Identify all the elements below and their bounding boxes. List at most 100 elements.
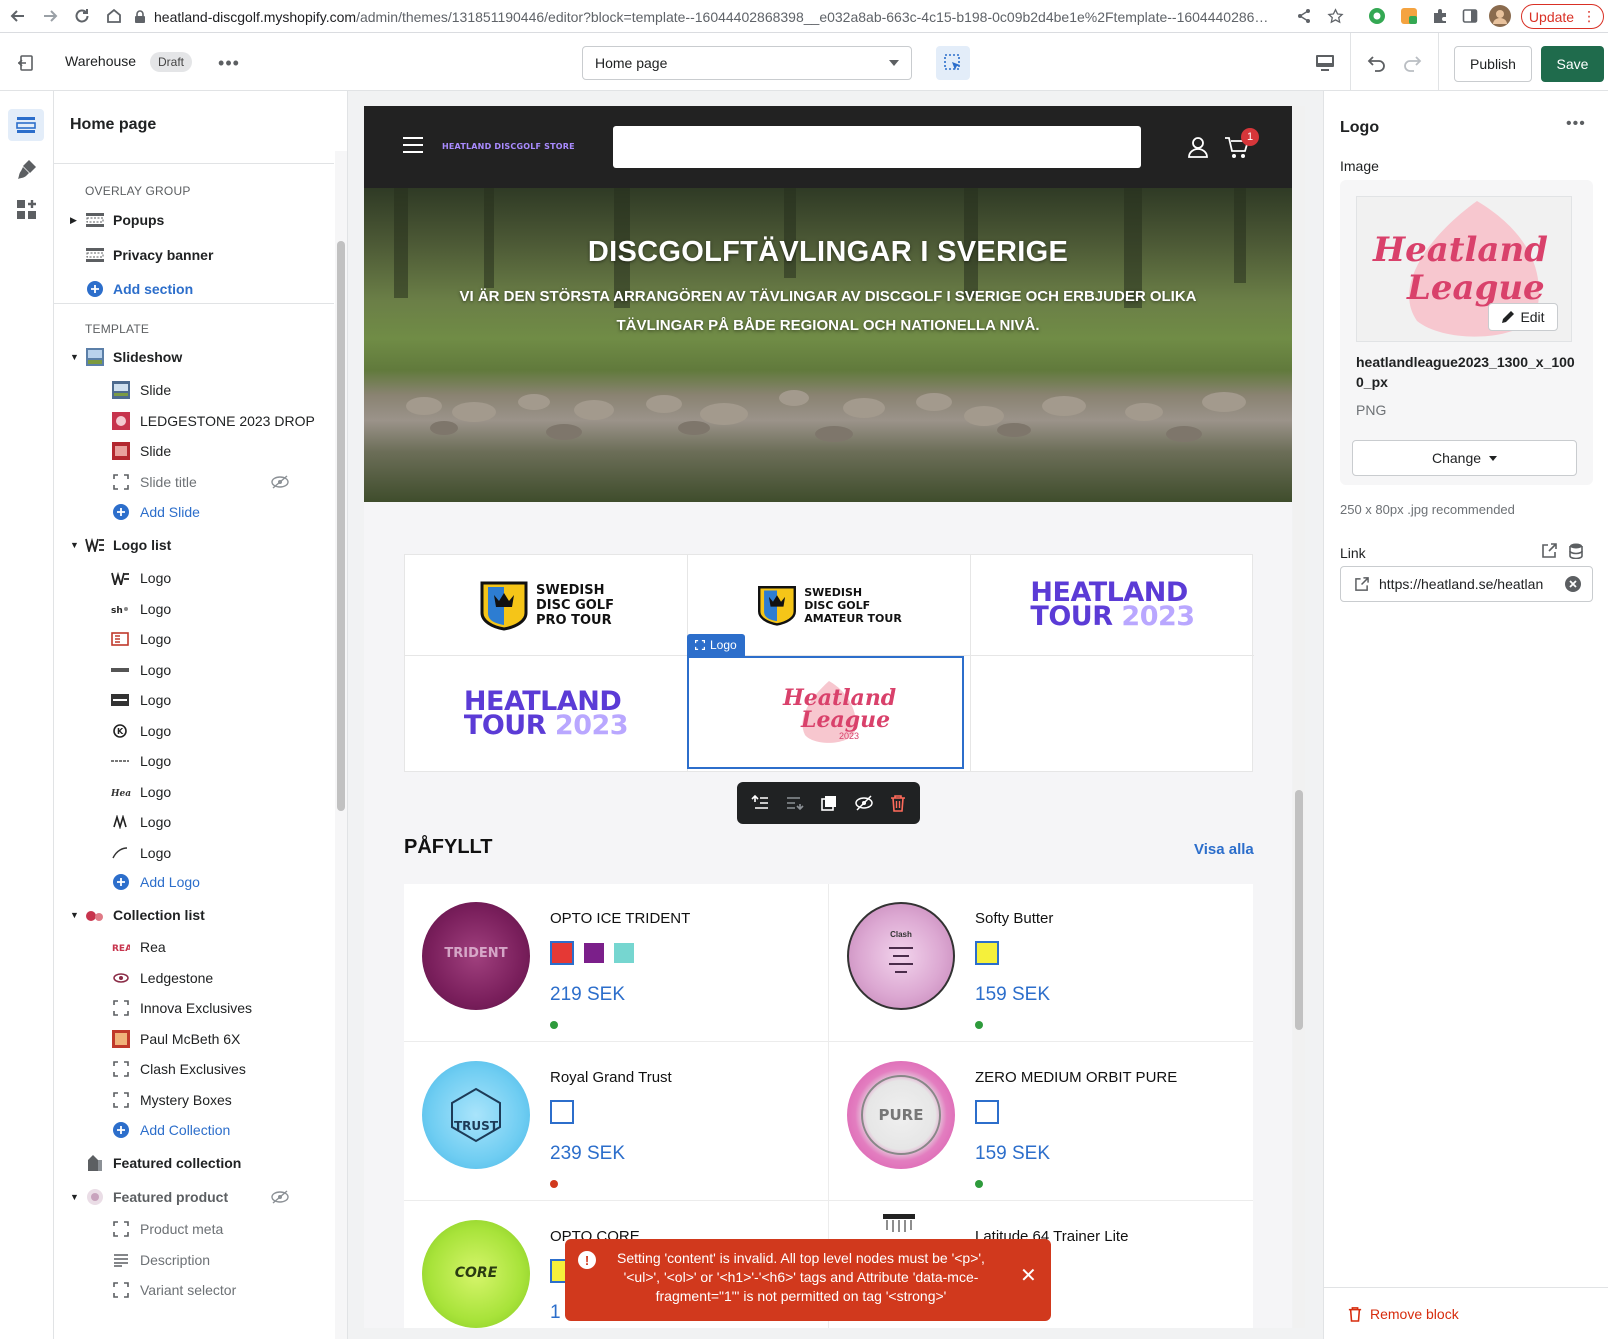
logo-cell[interactable]: SWEDISH DISC GOLF PRO TOUR: [405, 555, 688, 656]
sidebar-item-variant-selector[interactable]: Variant selector: [54, 1275, 334, 1305]
sidebar-item-logo[interactable]: Logo: [54, 655, 334, 685]
account-icon[interactable]: [1187, 136, 1209, 158]
sidebar-item-collection[interactable]: Paul McBeth 6X: [54, 1024, 334, 1054]
extension-green-icon[interactable]: [1365, 4, 1389, 28]
sidebar-item-collection[interactable]: Clash Exclusives: [54, 1054, 334, 1084]
product-disc-image[interactable]: TRUST: [422, 1061, 530, 1169]
desktop-preview-icon[interactable]: [1311, 49, 1339, 77]
save-button[interactable]: Save: [1541, 46, 1604, 82]
link-input[interactable]: [1340, 566, 1593, 602]
sidebar-item-description[interactable]: Description: [54, 1245, 334, 1275]
hidden-eye-icon[interactable]: [271, 475, 289, 489]
share-icon[interactable]: [1292, 4, 1316, 28]
chrome-update-button[interactable]: Update ⋮: [1521, 4, 1604, 29]
preview-scrollbar-thumb[interactable]: [1295, 790, 1303, 1030]
caret-down-icon[interactable]: ▼: [70, 910, 80, 920]
extensions-puzzle-icon[interactable]: [1428, 4, 1452, 28]
sidebar-item-logo[interactable]: Logo: [54, 624, 334, 654]
product-disc-image[interactable]: TRIDENT: [422, 902, 530, 1010]
logo-cell[interactable]: HEATLAND TOUR 2023: [405, 656, 688, 772]
more-actions-icon[interactable]: •••: [217, 51, 241, 75]
store-search-input[interactable]: [613, 126, 1141, 168]
home-icon[interactable]: [102, 4, 126, 28]
publish-button[interactable]: Publish: [1454, 46, 1532, 82]
bookmark-star-icon[interactable]: [1323, 4, 1347, 28]
sidebar-scrollbar-thumb[interactable]: [337, 241, 345, 811]
product-card[interactable]: Clash Softy Butter 159 SEK: [829, 884, 1253, 1042]
swatch-white[interactable]: [975, 1100, 999, 1124]
sidebar-item-logo[interactable]: Logo: [54, 838, 334, 868]
duplicate-icon[interactable]: [820, 794, 838, 812]
sidebar-item-collection[interactable]: REA Rea: [54, 932, 334, 962]
sidebar-item-product-meta[interactable]: Product meta: [54, 1214, 334, 1244]
link-url-field[interactable]: [1379, 576, 1549, 592]
product-card[interactable]: PURE ZERO MEDIUM ORBIT PURE 159 SEK: [829, 1043, 1253, 1201]
sections-icon[interactable]: [8, 109, 44, 141]
hidden-eye-icon[interactable]: [271, 1190, 289, 1204]
sidebar-item-slide-title[interactable]: Slide title: [54, 467, 334, 497]
product-card[interactable]: TRIDENT OPTO ICE TRIDENT 219 SEK: [404, 884, 828, 1042]
swatch-white[interactable]: [550, 1100, 574, 1124]
close-icon[interactable]: ✕: [1020, 1266, 1037, 1286]
back-icon[interactable]: [6, 4, 30, 28]
product-card[interactable]: TRUST Royal Grand Trust 239 SEK: [404, 1043, 828, 1201]
caret-right-icon[interactable]: ▶: [70, 215, 80, 226]
swatch-teal[interactable]: [614, 943, 634, 963]
sidebar-item-logo[interactable]: Heat Logo: [54, 777, 334, 807]
sidebar-item-collection[interactable]: Innova Exclusives: [54, 993, 334, 1023]
clear-input-icon[interactable]: [1564, 575, 1582, 593]
hide-eye-icon[interactable]: [855, 795, 873, 811]
add-logo-button[interactable]: Add Logo: [54, 867, 334, 897]
sidebar-item-collection-list[interactable]: ▼ Collection list: [54, 900, 334, 930]
add-slide-button[interactable]: Add Slide: [54, 497, 334, 527]
product-name[interactable]: ZERO MEDIUM ORBIT PURE: [975, 1069, 1177, 1086]
logo-cell[interactable]: HEATLAND TOUR 2023: [971, 555, 1254, 656]
product-disc-image[interactable]: Clash: [847, 902, 955, 1010]
sidebar-item-featured-collection[interactable]: Featured collection: [54, 1148, 334, 1178]
sidebar-item-slide[interactable]: Slide: [54, 436, 334, 466]
sidebar-item-logo[interactable]: K Logo: [54, 716, 334, 746]
remove-block-button[interactable]: Remove block: [1348, 1306, 1459, 1322]
logo-cell-empty[interactable]: [971, 656, 1254, 772]
external-link-icon[interactable]: [1542, 543, 1557, 558]
product-name[interactable]: Royal Grand Trust: [550, 1069, 672, 1086]
side-panel-icon[interactable]: [1458, 4, 1482, 28]
move-up-icon[interactable]: [751, 794, 769, 812]
sidebar-item-logo[interactable]: Logo: [54, 746, 334, 776]
app-embeds-icon[interactable]: [16, 199, 38, 221]
extension-orange-icon[interactable]: [1397, 4, 1421, 28]
redo-icon[interactable]: [1398, 49, 1426, 77]
sidebar-item-logo[interactable]: sh Logo: [54, 594, 334, 624]
sidebar-item-logo-list[interactable]: ▼ Logo list: [54, 530, 334, 560]
swatch-red[interactable]: [550, 941, 574, 965]
delete-trash-icon[interactable]: [890, 794, 906, 812]
page-selector[interactable]: Home page: [582, 46, 912, 80]
profile-avatar[interactable]: [1488, 4, 1512, 28]
product-disc-image[interactable]: CORE: [422, 1220, 530, 1328]
sidebar-item-logo[interactable]: Logo: [54, 685, 334, 715]
more-actions-icon[interactable]: •••: [1566, 115, 1586, 133]
hamburger-menu-icon[interactable]: [403, 137, 423, 153]
caret-down-icon[interactable]: ▼: [70, 540, 80, 550]
hero-slideshow[interactable]: DISCGOLFTÄVLINGAR I SVERIGE VI ÄR DEN ST…: [364, 188, 1292, 502]
theme-settings-brush-icon[interactable]: [16, 158, 38, 180]
store-logo[interactable]: HEATLAND DISCGOLF STORE: [442, 142, 575, 151]
preview-scrollbar[interactable]: [1293, 106, 1305, 1328]
product-disc-image[interactable]: PURE: [847, 1061, 955, 1169]
product-name[interactable]: OPTO ICE TRIDENT: [550, 910, 690, 927]
sidebar-item-collection[interactable]: Mystery Boxes: [54, 1085, 334, 1115]
address-bar[interactable]: heatland-discgolf.myshopify.com/admin/th…: [134, 4, 1349, 29]
swatch-purple[interactable]: [584, 943, 604, 963]
add-section-button[interactable]: Add section: [54, 274, 334, 304]
product-name[interactable]: Softy Butter: [975, 910, 1053, 927]
add-collection-button[interactable]: Add Collection: [54, 1115, 334, 1145]
sidebar-item-privacy-banner[interactable]: Privacy banner: [54, 240, 334, 270]
sidebar-item-popups[interactable]: ▶ Popups: [54, 205, 334, 235]
sidebar-item-slide[interactable]: Slide: [54, 375, 334, 405]
undo-icon[interactable]: [1363, 49, 1391, 77]
caret-down-icon[interactable]: ▼: [70, 352, 80, 362]
sidebar-item-slide[interactable]: LEDGESTONE 2023 DROP: [54, 406, 334, 436]
sidebar-item-collection[interactable]: Ledgestone: [54, 963, 334, 993]
edit-image-button[interactable]: Edit: [1488, 303, 1558, 331]
dynamic-source-icon[interactable]: [1569, 543, 1583, 559]
